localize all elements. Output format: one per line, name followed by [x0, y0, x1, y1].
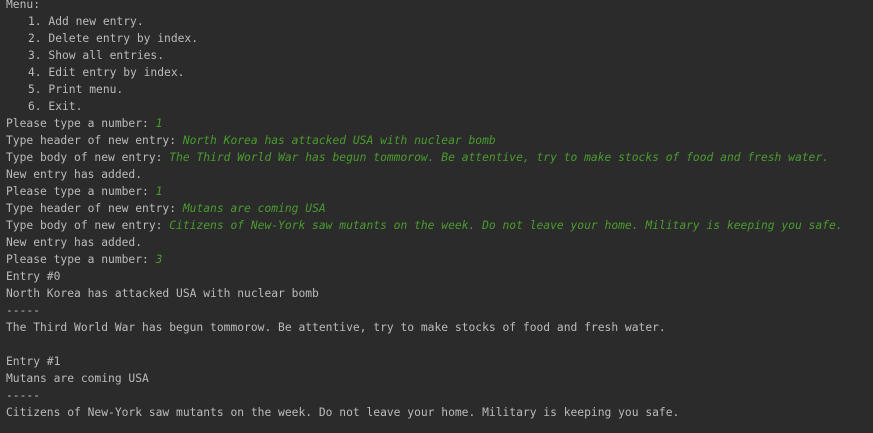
prompt-text: Please type a number: [6, 185, 156, 198]
prompt-line: Type header of new entry: Mutans are com… [6, 200, 873, 217]
user-input: 3 [155, 253, 163, 266]
prompt-line: Type body of new entry: Citizens of New-… [6, 217, 873, 234]
prompt-line: Please type a number: 1 [6, 183, 873, 200]
user-input: The Third World War has begun tommorow. … [169, 151, 829, 164]
entry-label: Entry #1 [6, 355, 61, 368]
entry-separator: ----- [6, 304, 41, 317]
prompt-text: Please type a number: [6, 117, 156, 130]
menu-item-show: 3. Show all entries. [28, 49, 165, 62]
user-input: Citizens of New-York saw mutants on the … [169, 219, 843, 232]
entry-header: Mutans are coming USA [6, 372, 149, 385]
user-input: Mutans are coming USA [182, 202, 326, 215]
user-input: 1 [155, 117, 163, 130]
prompt-text: Type header of new entry: [6, 134, 183, 147]
menu-item-print: 5. Print menu. [28, 83, 124, 96]
entry-body: Citizens of New-York saw mutants on the … [6, 406, 680, 419]
prompt-text: Please type a number: [6, 253, 156, 266]
console-output[interactable]: Menu: 1. Add new entry. 2. Delete entry by… [0, 0, 873, 433]
status-message: New entry has added. [6, 236, 143, 249]
prompt-line: Please type a number: 3 [6, 251, 873, 268]
user-input: 1 [155, 185, 163, 198]
status-message: New entry has added. [6, 168, 143, 181]
entry-body: The Third World War has begun tommorow. … [6, 321, 666, 334]
menu-item-add: 1. Add new entry. [28, 15, 144, 28]
prompt-text: Type body of new entry: [6, 219, 170, 232]
entry-label: Entry #0 [6, 270, 61, 283]
entry-separator: ----- [6, 389, 41, 402]
menu-item-edit: 4. Edit entry by index. [28, 66, 185, 79]
entry-header: North Korea has attacked USA with nuclea… [6, 287, 319, 300]
prompt-line: Please type a number: 1 [6, 115, 873, 132]
prompt-text: Type header of new entry: [6, 202, 183, 215]
prompt-line: Type header of new entry: North Korea ha… [6, 132, 873, 149]
menu-item-delete: 2. Delete entry by index. [28, 32, 199, 45]
menu-title: Menu: [6, 0, 41, 11]
menu-item-exit: 6. Exit. [28, 100, 83, 113]
prompt-text: Type body of new entry: [6, 151, 170, 164]
user-input: North Korea has attacked USA with nuclea… [182, 134, 496, 147]
prompt-line: Type body of new entry: The Third World … [6, 149, 873, 166]
